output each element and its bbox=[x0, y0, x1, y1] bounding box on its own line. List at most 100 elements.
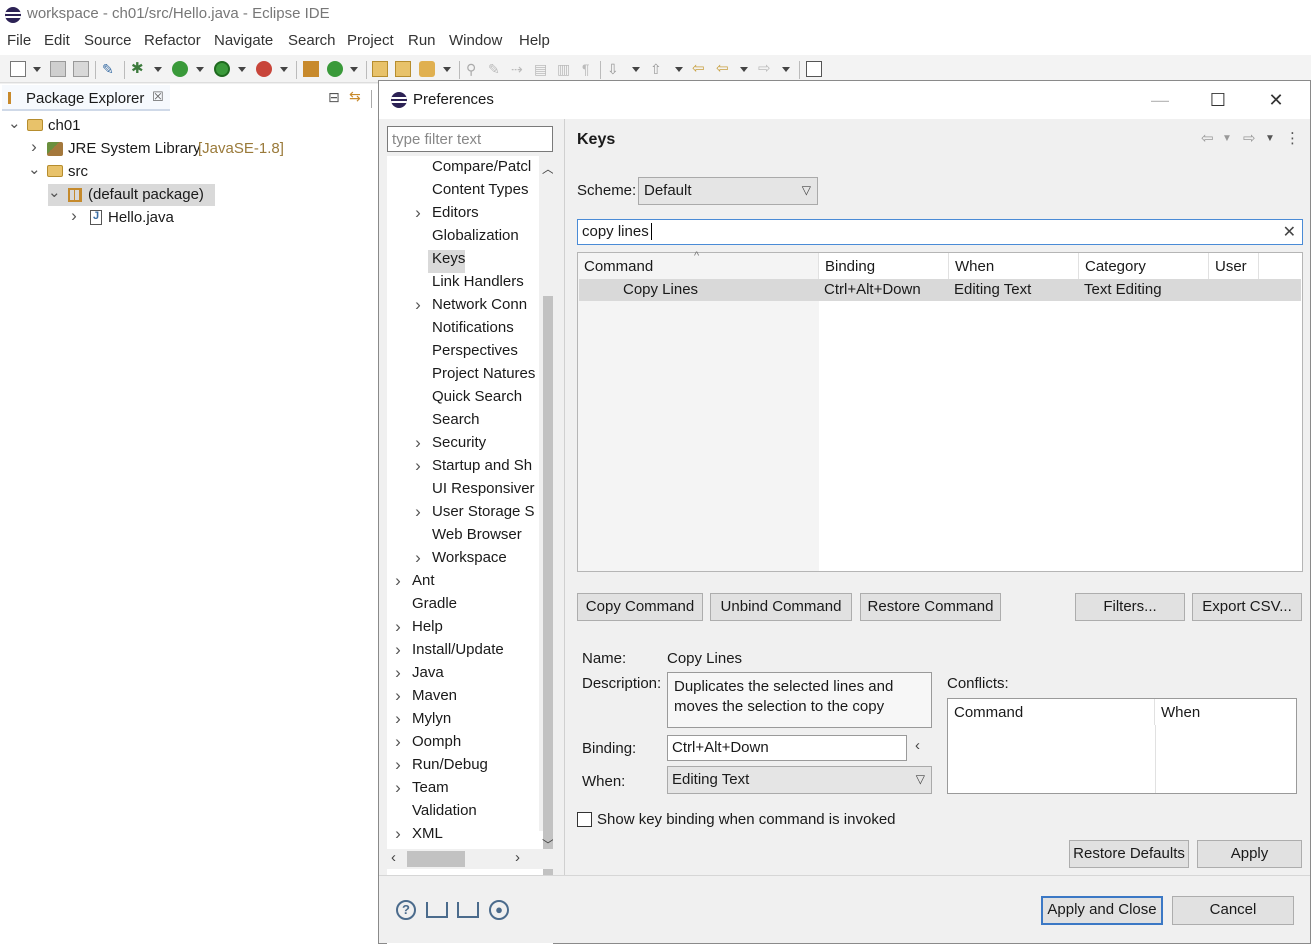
last-edit-location-icon[interactable]: ⇦ bbox=[692, 61, 708, 77]
tree-item-maven[interactable]: Maven bbox=[412, 687, 538, 710]
chevron-right-icon[interactable] bbox=[68, 207, 80, 226]
chevron-right-icon[interactable] bbox=[392, 618, 404, 637]
next-annotation-dropdown-arrow-icon[interactable] bbox=[632, 67, 640, 72]
menu-project[interactable]: Project bbox=[347, 32, 394, 49]
close-icon[interactable]: ✕ bbox=[1253, 87, 1299, 113]
chevron-right-icon[interactable] bbox=[392, 572, 404, 591]
tree-item-user-storage[interactable]: User Storage S bbox=[432, 503, 538, 526]
new-dropdown-arrow-icon[interactable] bbox=[33, 67, 41, 72]
menu-help[interactable]: Help bbox=[519, 32, 550, 49]
view-menu-icon[interactable]: ⋮ bbox=[1285, 129, 1300, 147]
tree-item-compare-patch[interactable]: Compare/Patcl bbox=[432, 158, 538, 181]
scroll-left-icon[interactable]: ‹ bbox=[391, 849, 396, 866]
chevron-right-icon[interactable] bbox=[412, 204, 424, 223]
tree-item-validation[interactable]: Validation bbox=[412, 802, 538, 825]
apply-and-close-button[interactable]: Apply and Close bbox=[1041, 896, 1163, 925]
tree-item-mylyn[interactable]: Mylyn bbox=[412, 710, 538, 733]
previous-annotation-dropdown-arrow-icon[interactable] bbox=[675, 67, 683, 72]
menu-file[interactable]: File bbox=[7, 32, 31, 49]
menu-navigate[interactable]: Navigate bbox=[214, 32, 273, 49]
export-icon[interactable] bbox=[457, 902, 479, 918]
copy-command-button[interactable]: Copy Command bbox=[577, 593, 703, 621]
chevron-right-icon[interactable] bbox=[392, 641, 404, 660]
tree-item-search[interactable]: Search bbox=[432, 411, 538, 434]
chevron-right-icon[interactable] bbox=[412, 434, 424, 453]
import-icon[interactable] bbox=[426, 902, 448, 918]
tree-item-default-package[interactable]: (default package) bbox=[48, 184, 215, 206]
forward-nav-icon[interactable]: ⇨ bbox=[1243, 129, 1256, 147]
binding-field[interactable]: Ctrl+Alt+Down bbox=[667, 735, 907, 761]
highlight-icon[interactable]: ✎ bbox=[488, 61, 504, 77]
tree-item-startup-and-shutdown[interactable]: Startup and Sh bbox=[432, 457, 538, 480]
forward-icon[interactable]: ⇨ bbox=[758, 61, 774, 77]
new-java-package-icon[interactable] bbox=[303, 61, 319, 77]
help-icon[interactable]: ? bbox=[396, 900, 416, 920]
open-perspective-icon[interactable] bbox=[806, 61, 822, 77]
block-select-icon[interactable]: ⇢ bbox=[511, 61, 527, 77]
menu-refactor[interactable]: Refactor bbox=[144, 32, 201, 49]
conflicts-header-command[interactable]: Command bbox=[948, 699, 1155, 725]
new-class-dropdown-arrow-icon[interactable] bbox=[350, 67, 358, 72]
chevron-down-icon[interactable] bbox=[8, 115, 20, 133]
unbind-command-button[interactable]: Unbind Command bbox=[710, 593, 852, 621]
close-tab-icon[interactable]: ☒ bbox=[152, 89, 164, 105]
menu-run[interactable]: Run bbox=[408, 32, 436, 49]
new-icon[interactable] bbox=[10, 61, 26, 77]
chevron-right-icon[interactable] bbox=[392, 687, 404, 706]
tree-item-team[interactable]: Team bbox=[412, 779, 538, 802]
forward-dropdown-arrow-icon[interactable] bbox=[782, 67, 790, 72]
record-icon[interactable]: ● bbox=[489, 900, 509, 920]
tree-item-ui-responsiveness[interactable]: UI Responsiver bbox=[432, 480, 538, 503]
chevron-right-icon[interactable] bbox=[412, 503, 424, 522]
header-binding[interactable]: Binding bbox=[819, 253, 949, 279]
run-dropdown-arrow-icon[interactable] bbox=[196, 67, 204, 72]
chevron-down-icon[interactable] bbox=[28, 161, 40, 179]
chevron-right-icon[interactable] bbox=[28, 138, 40, 157]
save-icon[interactable] bbox=[50, 61, 66, 77]
tree-item-help[interactable]: Help bbox=[412, 618, 538, 641]
external-tools-dropdown-arrow-icon[interactable] bbox=[280, 67, 288, 72]
toggle-mark-icon[interactable]: ⚲ bbox=[466, 61, 482, 77]
maximize-icon[interactable]: ☐ bbox=[1195, 87, 1241, 113]
coverage-icon[interactable] bbox=[214, 61, 230, 77]
chevron-right-icon[interactable] bbox=[412, 457, 424, 476]
chevron-right-icon[interactable] bbox=[392, 825, 404, 844]
tree-item-perspectives[interactable]: Perspectives bbox=[432, 342, 538, 365]
chevron-right-icon[interactable] bbox=[412, 296, 424, 315]
filters-button[interactable]: Filters... bbox=[1075, 593, 1185, 621]
save-all-icon[interactable] bbox=[73, 61, 89, 77]
menu-edit[interactable]: Edit bbox=[44, 32, 70, 49]
scroll-right-icon[interactable]: › bbox=[515, 849, 520, 866]
tree-vertical-scroll-thumb[interactable] bbox=[543, 296, 553, 916]
clear-search-icon[interactable]: ✕ bbox=[1283, 222, 1296, 242]
tree-item-ant[interactable]: Ant bbox=[412, 572, 538, 595]
scroll-up-icon[interactable]: ︿ bbox=[542, 160, 553, 177]
filter-input[interactable] bbox=[387, 126, 553, 152]
back-dropdown-arrow-icon[interactable] bbox=[740, 67, 748, 72]
menu-window[interactable]: Window bbox=[449, 32, 502, 49]
header-category[interactable]: Category bbox=[1079, 253, 1209, 279]
tree-item-quick-search[interactable]: Quick Search bbox=[432, 388, 538, 411]
open-type-icon[interactable] bbox=[372, 61, 388, 77]
chevron-right-icon[interactable] bbox=[392, 756, 404, 775]
cancel-button[interactable]: Cancel bbox=[1172, 896, 1294, 925]
debug-dropdown-arrow-icon[interactable] bbox=[154, 67, 162, 72]
debug-icon[interactable]: ✱ bbox=[131, 61, 147, 77]
search-dropdown-arrow-icon[interactable] bbox=[443, 67, 451, 72]
back-nav-dropdown-icon[interactable]: ▼ bbox=[1222, 133, 1232, 144]
run-icon[interactable] bbox=[172, 61, 188, 77]
tree-item-project-natures[interactable]: Project Natures bbox=[432, 365, 538, 388]
menu-source[interactable]: Source bbox=[84, 32, 132, 49]
keys-search-input[interactable]: copy lines ✕ bbox=[577, 219, 1303, 245]
chevron-right-icon[interactable] bbox=[412, 549, 424, 568]
external-tools-icon[interactable] bbox=[256, 61, 272, 77]
next-annotation-icon[interactable]: ⇩ bbox=[607, 61, 623, 77]
previous-annotation-icon[interactable]: ⇧ bbox=[650, 61, 666, 77]
show-key-binding-checkbox[interactable] bbox=[577, 812, 592, 827]
restore-defaults-button[interactable]: Restore Defaults bbox=[1069, 840, 1189, 868]
package-explorer-tab[interactable]: Package Explorer ☒ bbox=[2, 85, 170, 111]
chevron-right-icon[interactable] bbox=[392, 733, 404, 752]
conflicts-header-when[interactable]: When bbox=[1155, 699, 1295, 725]
pin-icon[interactable]: ✎ bbox=[102, 61, 118, 77]
tree-item-keys[interactable]: Keys bbox=[428, 250, 465, 273]
